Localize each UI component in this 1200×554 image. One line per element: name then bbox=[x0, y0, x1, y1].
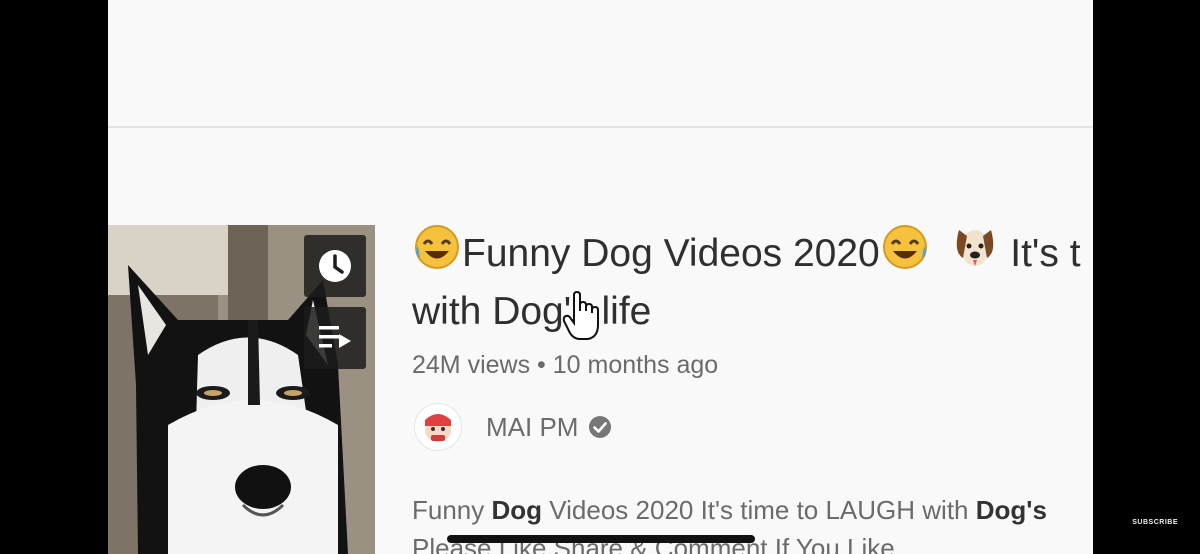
video-info: Funny Dog Videos 2020 It's t with Dog's … bbox=[412, 222, 1093, 554]
verified-badge-icon bbox=[589, 416, 612, 438]
channel-row[interactable]: MAI PM bbox=[412, 403, 1093, 451]
queue-icon bbox=[319, 326, 351, 348]
description-highlight: Dog bbox=[491, 495, 543, 525]
video-thumbnail[interactable] bbox=[108, 225, 375, 554]
add-to-queue-button[interactable] bbox=[304, 307, 366, 369]
description-text: Funny bbox=[412, 495, 492, 525]
view-count: 24M views bbox=[412, 351, 531, 379]
title-text-tail: It's t bbox=[1010, 232, 1081, 275]
laughing-emoji-icon bbox=[412, 224, 462, 285]
laughing-emoji-icon bbox=[880, 224, 930, 285]
header-area bbox=[108, 0, 1093, 128]
youtube-search-page: Funny Dog Videos 2020 It's t with Dog's … bbox=[108, 0, 1093, 554]
upload-age: 10 months ago bbox=[552, 351, 719, 379]
description-text: Videos 2020 It's time to LAUGH with bbox=[542, 495, 976, 525]
watch-later-button[interactable] bbox=[304, 235, 366, 297]
video-description: Funny Dog Videos 2020 It's time to LAUGH… bbox=[412, 491, 1093, 554]
clock-icon bbox=[319, 250, 351, 282]
home-indicator bbox=[447, 535, 755, 543]
description-highlight: Dog's bbox=[975, 495, 1047, 525]
title-text-line2: with Dog's life bbox=[412, 290, 652, 333]
channel-name[interactable]: MAI PM bbox=[486, 412, 578, 443]
title-text-line1: Funny Dog Videos 2020 bbox=[462, 232, 880, 275]
dog-face-emoji-icon bbox=[951, 222, 999, 285]
meta-separator: • bbox=[537, 351, 546, 379]
subscribe-watermark: SUBSCRIBE bbox=[1132, 519, 1178, 526]
video-title[interactable]: Funny Dog Videos 2020 It's t with Dog's … bbox=[412, 222, 1093, 339]
channel-avatar[interactable] bbox=[414, 403, 462, 451]
video-meta: 24M views • 10 months ago bbox=[412, 349, 1093, 381]
hand-cursor-icon bbox=[562, 291, 599, 340]
